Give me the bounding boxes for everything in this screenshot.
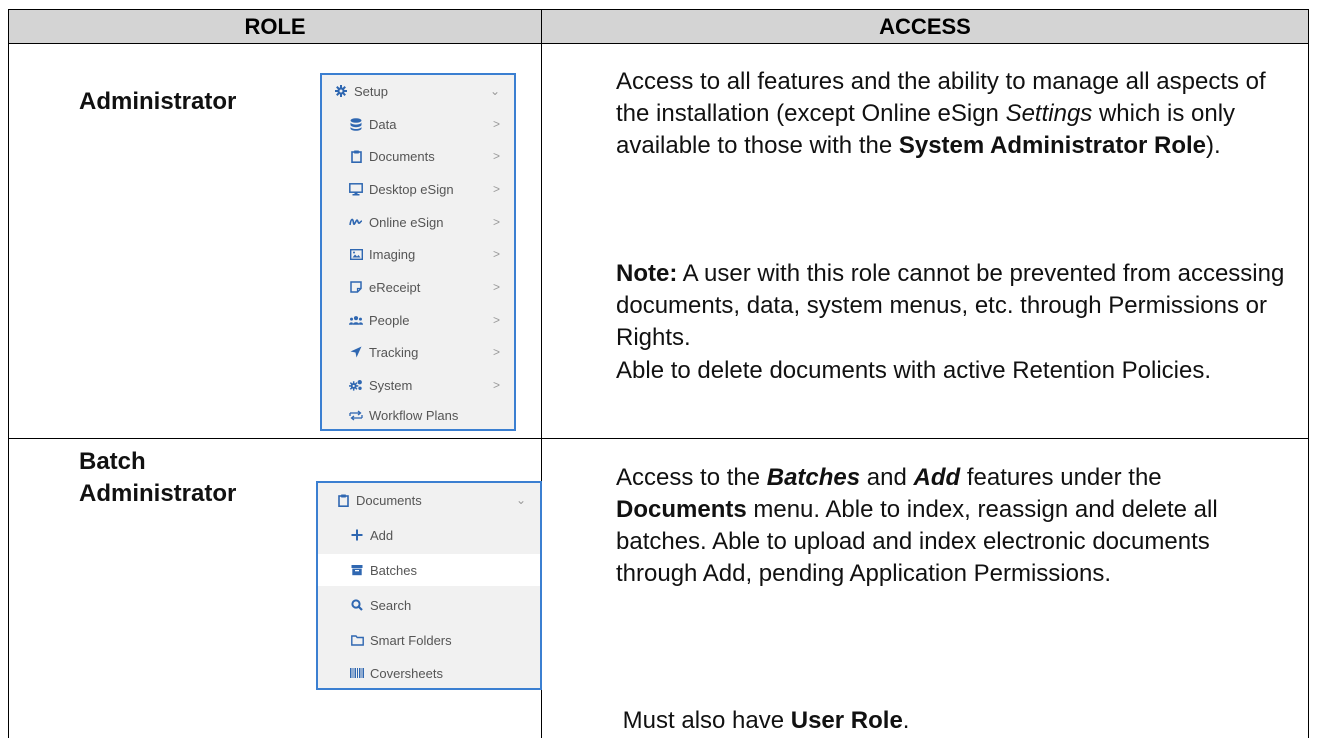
- menu-header-documents[interactable]: Documents ⌄: [318, 484, 540, 516]
- setup-menu: Setup ⌄ Data > Documents > Desktop eSign…: [320, 73, 516, 431]
- chevron-right-icon: >: [492, 378, 500, 392]
- paper-plane-icon: [349, 345, 363, 359]
- menu-item-add[interactable]: Add: [318, 519, 540, 551]
- clipboard-icon: [336, 493, 350, 507]
- search-icon: [350, 598, 364, 612]
- people-icon: [349, 313, 363, 327]
- chevron-down-icon: ⌄: [489, 84, 500, 98]
- access-paragraph: Access to all features and the ability t…: [616, 68, 1266, 159]
- row-divider: [8, 438, 1309, 439]
- menu-item-imaging[interactable]: Imaging >: [322, 238, 514, 270]
- barcode-icon: [350, 666, 364, 680]
- menu-item-system[interactable]: System >: [322, 369, 514, 401]
- folder-icon: [350, 633, 364, 647]
- cogs-icon: [349, 378, 363, 392]
- access-note-administrator: Note: A user with this role cannot be pr…: [616, 260, 1285, 351]
- menu-item-workflow-plans[interactable]: Workflow Plans: [322, 399, 514, 431]
- monitor-icon: [349, 182, 363, 196]
- receipt-icon: [349, 280, 363, 294]
- menu-item-smart-folders[interactable]: Smart Folders: [318, 624, 540, 656]
- menu-item-coversheets[interactable]: Coversheets: [318, 657, 540, 689]
- gear-icon: [334, 84, 348, 98]
- table-border-right: [1308, 9, 1309, 738]
- role-name-administrator: Administrator: [79, 88, 237, 115]
- archive-icon: [350, 563, 364, 577]
- documents-menu: Documents ⌄ Add Batches Search Smart Fol…: [316, 481, 542, 690]
- menu-item-people[interactable]: People >: [322, 304, 514, 336]
- image-icon: [349, 247, 363, 261]
- role-column-header: ROLE: [244, 14, 306, 39]
- menu-item-data[interactable]: Data >: [322, 108, 514, 140]
- menu-item-online-esign[interactable]: Online eSign >: [322, 206, 514, 238]
- chevron-right-icon: >: [492, 280, 500, 294]
- signature-icon: [349, 215, 363, 229]
- menu-title: Setup: [354, 83, 388, 99]
- menu-item-desktop-esign[interactable]: Desktop eSign >: [322, 173, 514, 205]
- chevron-right-icon: >: [492, 313, 500, 327]
- chevron-right-icon: >: [492, 247, 500, 261]
- role-name-batch-administrator: Batch Administrator: [79, 448, 237, 507]
- table-border-top: [8, 9, 1309, 10]
- menu-item-search[interactable]: Search: [318, 589, 540, 621]
- note-label: Note:: [616, 260, 678, 287]
- access-retention-administrator: Able to delete documents with active Ret…: [616, 357, 1211, 384]
- access-description-administrator: Access to all features and the ability t…: [616, 66, 1296, 162]
- access-column-header: ACCESS: [879, 14, 971, 39]
- workflow-icon: [349, 408, 363, 422]
- chevron-right-icon: >: [492, 117, 500, 131]
- chevron-right-icon: >: [492, 182, 500, 196]
- chevron-right-icon: >: [492, 149, 500, 163]
- table-border-left: [8, 9, 9, 738]
- chevron-right-icon: >: [492, 215, 500, 229]
- chevron-right-icon: >: [492, 345, 500, 359]
- database-icon: [349, 117, 363, 131]
- menu-item-tracking[interactable]: Tracking >: [322, 336, 514, 368]
- menu-item-ereceipt[interactable]: eReceipt >: [322, 271, 514, 303]
- plus-icon: [350, 528, 364, 542]
- header-divider: [8, 43, 1309, 44]
- menu-item-batches[interactable]: Batches: [318, 554, 540, 586]
- chevron-down-icon: ⌄: [515, 493, 526, 507]
- clipboard-icon: [349, 149, 363, 163]
- access-user-role-requirement: Must also have User Role.: [616, 707, 910, 734]
- menu-item-documents[interactable]: Documents >: [322, 140, 514, 172]
- menu-header-setup[interactable]: Setup ⌄: [322, 75, 514, 107]
- access-description-batch-administrator: Access to the Batches and Add features u…: [616, 464, 1218, 587]
